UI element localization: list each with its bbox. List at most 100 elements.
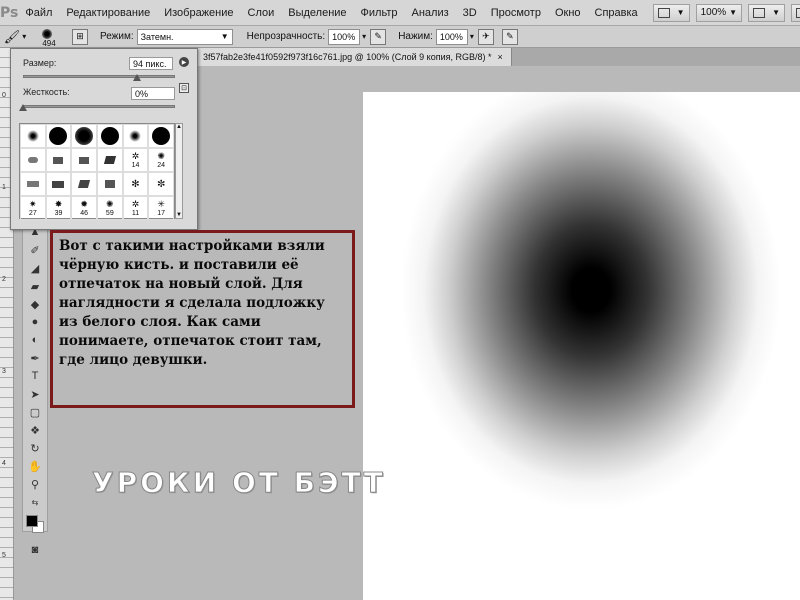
menu-window[interactable]: Окно: [548, 0, 588, 26]
screen-mode-dropdown[interactable]: ▼: [652, 3, 690, 22]
brush-size-label: 39: [54, 209, 63, 217]
mode-select[interactable]: Затемн. ▼: [136, 28, 233, 45]
menu-view[interactable]: Просмотр: [484, 0, 548, 26]
brush-preset[interactable]: [122, 124, 149, 148]
arrow-icon: ➤: [30, 388, 40, 401]
brush-preset[interactable]: [71, 124, 97, 148]
path-selection-tool[interactable]: ➤: [23, 385, 47, 403]
opacity-field[interactable]: 100%: [328, 28, 361, 45]
arrange-dropdown[interactable]: ▼: [748, 3, 786, 22]
3d-orbit-tool[interactable]: ↻: [23, 439, 47, 457]
brush-preset-picker[interactable]: 494: [30, 26, 68, 48]
blur-tool[interactable]: ●: [23, 313, 47, 331]
menu-select[interactable]: Выделение: [281, 0, 353, 26]
brush-preset[interactable]: [96, 172, 123, 196]
zoom-value: 100%: [700, 7, 727, 18]
arrange-icon: [753, 7, 766, 18]
zoom-tool[interactable]: ⚲: [23, 475, 47, 493]
preset-scrollbar[interactable]: ▲ ▼: [175, 123, 183, 219]
paint-bucket-tool[interactable]: ◆: [23, 295, 47, 313]
brush-panel-toggle[interactable]: ⊞: [72, 28, 88, 45]
brush-preset[interactable]: [45, 124, 72, 148]
brush-preset[interactable]: ✺ 59: [96, 196, 123, 220]
brush-preset-grid: ✲ 14 ✺ 24 ✻ ✼ ✷ 27 ✸ 39 ✹ 46 ✺ 59 ✲ 11 ✳ 17: [19, 123, 175, 220]
flow-field[interactable]: 100%: [435, 28, 468, 45]
3d-rotate-tool[interactable]: ❖: [23, 421, 47, 439]
brush-preset[interactable]: ✻: [122, 172, 149, 196]
chevron-down-icon[interactable]: ▾: [362, 32, 366, 41]
pressure-opacity-button[interactable]: ✎: [370, 28, 387, 45]
menu-bar: Ps Файл Редактирование Изображение Слои …: [0, 0, 800, 26]
brush-panel-icon: ⊞: [76, 31, 84, 41]
brush-preset[interactable]: [96, 148, 123, 172]
size-field[interactable]: 94 пикс.: [129, 57, 173, 70]
brush-preset[interactable]: [71, 172, 97, 196]
hand-icon: ✋: [28, 460, 42, 473]
size-slider[interactable]: [23, 75, 175, 78]
new-preset-icon[interactable]: ⊡: [179, 83, 189, 93]
menu-3d[interactable]: 3D: [456, 0, 484, 26]
ruler-label: 0: [2, 92, 6, 99]
foreground-color[interactable]: [26, 515, 38, 527]
history-brush-tool[interactable]: ✐: [23, 241, 47, 259]
brush-preset[interactable]: ✲ 14: [122, 148, 149, 172]
brush-preset[interactable]: [148, 124, 174, 148]
mode-value: Затемн.: [140, 31, 174, 42]
brush-preset[interactable]: ✳ 17: [148, 196, 174, 220]
close-icon[interactable]: ×: [498, 52, 503, 62]
scroll-up-icon[interactable]: ▲: [176, 124, 182, 130]
ruler-label: 4: [2, 460, 6, 467]
hardness-slider[interactable]: [23, 105, 175, 108]
gradient-tool[interactable]: ▰: [23, 277, 47, 295]
pen-pressure-size-icon: ✎: [506, 31, 514, 41]
chevron-down-icon: ▼: [772, 8, 781, 17]
menu-help[interactable]: Справка: [588, 0, 645, 26]
shape-tool[interactable]: ▢: [23, 403, 47, 421]
brush-preset[interactable]: [96, 124, 123, 148]
workspace-dropdown[interactable]: ▼: [791, 3, 800, 22]
menu-image[interactable]: Изображение: [157, 0, 240, 26]
brush-preset[interactable]: ✷ 27: [20, 196, 46, 220]
chalk-brush-icon: [26, 181, 39, 187]
pen-tool[interactable]: ✒: [23, 349, 47, 367]
dodge-tool[interactable]: ◐: [23, 331, 47, 349]
ruler-label: 5: [2, 552, 6, 559]
airbrush-button[interactable]: ✈: [477, 28, 494, 45]
quick-mask-button[interactable]: ◙: [23, 541, 47, 559]
brush-preset[interactable]: ✼: [148, 172, 174, 196]
brush-preset[interactable]: [20, 148, 46, 172]
soft-brush-icon: [26, 130, 39, 142]
menu-file[interactable]: Файл: [18, 0, 59, 26]
swap-colors[interactable]: ⇆: [23, 493, 47, 511]
hardness-field[interactable]: 0%: [131, 87, 175, 100]
eraser-tool[interactable]: ◢: [23, 259, 47, 277]
document-tab[interactable]: 3f57fab2e3fe41f0592f973f16c761.jpg @ 100…: [197, 48, 512, 66]
hand-tool[interactable]: ✋: [23, 457, 47, 475]
pressure-size-button[interactable]: ✎: [501, 28, 518, 45]
brush-preset[interactable]: [71, 148, 97, 172]
marker-brush-icon: [78, 180, 91, 188]
brush-size-label: 17: [157, 209, 166, 217]
brush-preset[interactable]: ✺ 24: [148, 148, 174, 172]
brush-preset[interactable]: [20, 124, 46, 148]
menu-edit[interactable]: Редактирование: [59, 0, 157, 26]
menu-analysis[interactable]: Анализ: [405, 0, 456, 26]
scroll-down-icon[interactable]: ▼: [176, 212, 182, 218]
hardness-slider-thumb[interactable]: [19, 104, 27, 111]
chevron-down-icon[interactable]: ▾: [470, 32, 474, 41]
brush-tool-preset[interactable]: 🖌 ▾: [0, 27, 30, 47]
document-canvas[interactable]: [363, 92, 800, 600]
menu-filter[interactable]: Фильтр: [354, 0, 405, 26]
zoom-dropdown[interactable]: 100% ▼: [695, 3, 743, 22]
menu-layer[interactable]: Слои: [241, 0, 282, 26]
menu-items: Файл Редактирование Изображение Слои Выд…: [18, 0, 644, 26]
size-slider-thumb[interactable]: [133, 74, 141, 81]
brush-preset[interactable]: [45, 148, 72, 172]
brush-preset[interactable]: ✸ 39: [45, 196, 72, 220]
brush-preset[interactable]: ✹ 46: [71, 196, 97, 220]
brush-preset[interactable]: ✲ 11: [122, 196, 149, 220]
brush-preset[interactable]: [20, 172, 46, 196]
panel-menu-icon[interactable]: ▶: [179, 57, 189, 67]
type-tool[interactable]: T: [23, 367, 47, 385]
brush-preset[interactable]: [45, 172, 72, 196]
